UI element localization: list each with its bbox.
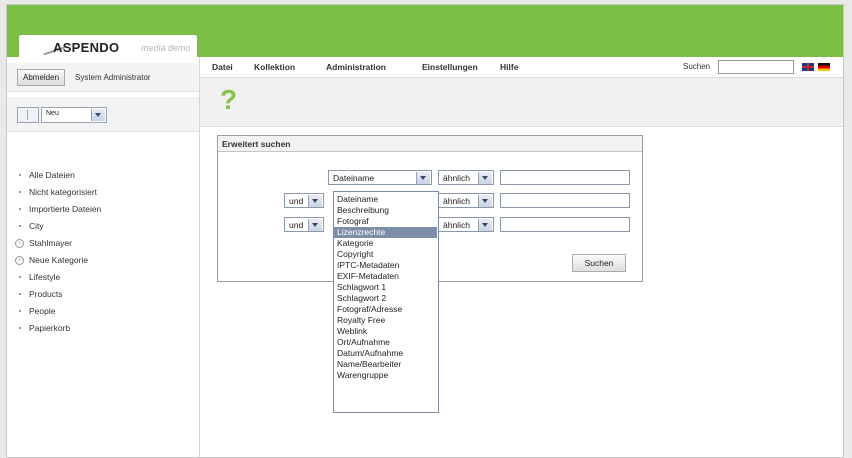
panel-header: Erweitert suchen bbox=[218, 136, 642, 152]
bullet-icon bbox=[19, 310, 21, 312]
dropdown-option[interactable]: Schlagwort 2 bbox=[334, 293, 437, 304]
menu-einstellungen[interactable]: Einstellungen bbox=[422, 62, 478, 72]
chevron-down-icon[interactable] bbox=[416, 172, 430, 184]
sidebar-item[interactable]: People bbox=[15, 303, 101, 320]
operator-select[interactable]: ähnlich bbox=[438, 193, 494, 208]
sidebar-item-label: People bbox=[29, 306, 56, 316]
dropdown-option[interactable]: Copyright bbox=[334, 249, 437, 260]
sidebar-item-label: Neue Kategorie bbox=[29, 255, 89, 265]
chevron-down-icon[interactable] bbox=[478, 195, 492, 207]
sidebar-item-label: Importierte Dateien bbox=[29, 204, 102, 214]
brand-subtitle: media demo bbox=[141, 43, 191, 53]
panel-title: Erweitert suchen bbox=[222, 139, 291, 149]
sidebar: Abmelden System Administrator Neu Alle D… bbox=[7, 57, 200, 457]
sidebar-item[interactable]: Importierte Dateien bbox=[15, 201, 101, 218]
operator-select[interactable]: ähnlich bbox=[438, 170, 494, 185]
dropdown-option-highlighted[interactable]: Lizenzrechte bbox=[334, 227, 437, 238]
flag-uk-icon[interactable] bbox=[802, 63, 814, 71]
bullet-icon bbox=[19, 225, 21, 227]
field-dropdown-list: Dateiname Beschreibung Fotograf Lizenzre… bbox=[333, 191, 439, 413]
logout-button[interactable]: Abmelden bbox=[17, 69, 66, 86]
dropdown-option[interactable]: IPTC-Metadaten bbox=[334, 260, 437, 271]
sidebar-item[interactable]: Lifestyle bbox=[15, 269, 101, 286]
toolbar: ? bbox=[200, 78, 843, 127]
brand-name: ASPENDO bbox=[53, 40, 120, 55]
sidebar-item[interactable]: Products bbox=[15, 286, 101, 303]
chevron-down-icon[interactable] bbox=[308, 219, 322, 231]
field-select-value: Dateiname bbox=[333, 173, 375, 183]
operator-select[interactable]: ähnlich bbox=[438, 217, 494, 232]
operator-select-value: ähnlich bbox=[443, 196, 470, 206]
connector-select[interactable]: und bbox=[284, 217, 324, 232]
sidebar-item-label: Lifestyle bbox=[29, 272, 61, 282]
dropdown-option[interactable]: Beschreibung bbox=[334, 205, 437, 216]
dropdown-option[interactable]: Royalty Free bbox=[334, 315, 437, 326]
sidebar-item-label: City bbox=[29, 221, 44, 231]
dropdown-option[interactable]: EXIF-Metadaten bbox=[334, 271, 437, 282]
view-row: Neu bbox=[7, 97, 199, 132]
dropdown-option[interactable]: Datum/Aufnahme bbox=[334, 348, 437, 359]
operator-select-value: ähnlich bbox=[443, 173, 470, 183]
search-submit-button[interactable]: Suchen bbox=[572, 254, 626, 272]
menu-bar: Datei Kollektion Administration Einstell… bbox=[200, 57, 843, 78]
menu-administration[interactable]: Administration bbox=[326, 62, 386, 72]
sidebar-item[interactable]: Alle Dateien bbox=[15, 167, 101, 184]
dropdown-option[interactable]: Warengruppe bbox=[334, 370, 437, 381]
dropdown-option[interactable]: Fotograf/Adresse bbox=[334, 304, 437, 315]
field-select[interactable]: Dateiname bbox=[328, 170, 432, 185]
dropdown-option[interactable]: Ort/Aufnahme bbox=[334, 337, 437, 348]
dropdown-option[interactable]: Fotograf bbox=[334, 216, 437, 227]
bullet-icon bbox=[19, 174, 21, 176]
user-row: Abmelden System Administrator bbox=[7, 63, 199, 92]
bullet-icon bbox=[19, 191, 21, 193]
sidebar-item[interactable]: Nicht kategorisiert bbox=[15, 184, 101, 201]
chevron-down-icon[interactable] bbox=[478, 172, 492, 184]
book-icon[interactable] bbox=[17, 107, 39, 123]
view-select[interactable]: Neu bbox=[41, 107, 107, 123]
menu-hilfe[interactable]: Hilfe bbox=[500, 62, 518, 72]
sidebar-item-label: Papierkorb bbox=[29, 323, 71, 333]
view-select-value: Neu bbox=[46, 110, 59, 117]
menu-kollektion[interactable]: Kollektion bbox=[254, 62, 295, 72]
operator-select-value: ähnlich bbox=[443, 220, 470, 230]
expand-icon[interactable]: › bbox=[15, 256, 24, 265]
category-tree: Alle Dateien Nicht kategorisiert Importi… bbox=[15, 167, 101, 337]
logo: ASPENDO media demo bbox=[19, 35, 197, 59]
dropdown-option[interactable]: Kategorie bbox=[334, 238, 437, 249]
sidebar-item[interactable]: City bbox=[15, 218, 101, 235]
menu-datei[interactable]: Datei bbox=[212, 62, 233, 72]
expand-icon[interactable]: › bbox=[15, 239, 24, 248]
help-icon[interactable]: ? bbox=[220, 84, 237, 116]
search-input[interactable] bbox=[718, 60, 794, 74]
user-name: System Administrator bbox=[75, 73, 151, 82]
dropdown-option[interactable]: Schlagwort 1 bbox=[334, 282, 437, 293]
value-input[interactable] bbox=[500, 193, 630, 208]
value-input[interactable] bbox=[500, 217, 630, 232]
connector-select-value: und bbox=[289, 196, 304, 206]
chevron-down-icon[interactable] bbox=[478, 219, 492, 231]
dropdown-option[interactable]: Dateiname bbox=[334, 194, 437, 205]
sidebar-item-label: Alle Dateien bbox=[29, 170, 75, 180]
sidebar-item[interactable]: Papierkorb bbox=[15, 320, 101, 337]
header-bar: ASPENDO media demo bbox=[7, 5, 843, 59]
chevron-down-icon[interactable] bbox=[91, 109, 105, 121]
sidebar-item-label: Products bbox=[29, 289, 63, 299]
connector-select[interactable]: und bbox=[284, 193, 324, 208]
bullet-icon bbox=[19, 327, 21, 329]
bullet-icon bbox=[19, 276, 21, 278]
sidebar-item[interactable]: › Neue Kategorie bbox=[15, 252, 101, 269]
connector-select-value: und bbox=[289, 220, 304, 230]
flag-de-icon[interactable] bbox=[818, 63, 830, 71]
sidebar-item[interactable]: › Stahlmayer bbox=[15, 235, 101, 252]
sidebar-item-label: Nicht kategorisiert bbox=[29, 187, 98, 197]
dropdown-option[interactable]: Weblink bbox=[334, 326, 437, 337]
search-label: Suchen bbox=[683, 62, 711, 71]
app-window: ASPENDO media demo Abmelden System Admin… bbox=[6, 4, 844, 458]
value-input[interactable] bbox=[500, 170, 630, 185]
sidebar-item-label: Stahlmayer bbox=[29, 238, 72, 248]
dropdown-option[interactable]: Name/Bearbeiter bbox=[334, 359, 437, 370]
bullet-icon bbox=[19, 293, 21, 295]
bullet-icon bbox=[19, 208, 21, 210]
chevron-down-icon[interactable] bbox=[308, 195, 322, 207]
